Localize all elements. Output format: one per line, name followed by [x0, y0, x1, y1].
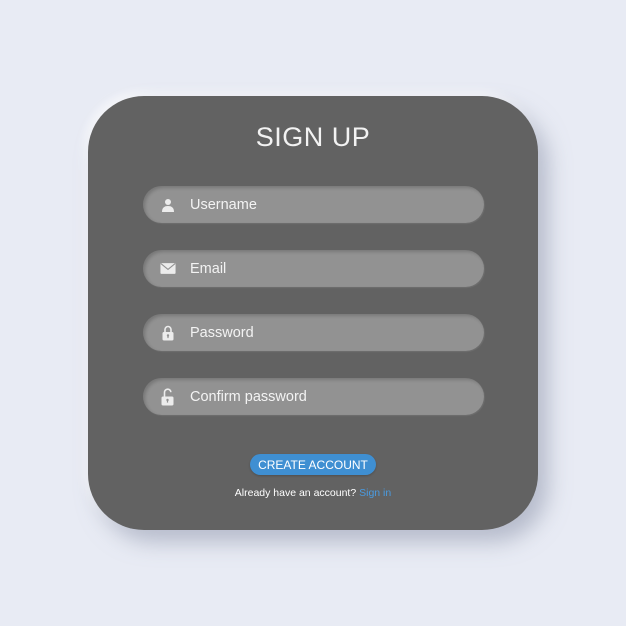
username-placeholder: Username: [190, 196, 257, 213]
user-icon: [160, 197, 176, 213]
envelope-icon: [160, 261, 176, 277]
signup-card: SIGN UP Username Email Password Confirm …: [88, 96, 538, 530]
lock-icon: [160, 325, 176, 341]
password-field[interactable]: Password: [143, 314, 484, 351]
confirm-password-placeholder: Confirm password: [190, 388, 307, 405]
signin-link[interactable]: Sign in: [359, 487, 391, 499]
unlock-icon: [160, 387, 176, 405]
signin-prompt: Already have an account? Sign in: [88, 487, 538, 499]
username-field[interactable]: Username: [143, 186, 484, 223]
signin-prompt-text: Already have an account?: [234, 487, 357, 499]
confirm-password-field[interactable]: Confirm password: [143, 378, 484, 415]
create-account-button[interactable]: CREATE ACCOUNT: [250, 454, 376, 475]
email-field[interactable]: Email: [143, 250, 484, 287]
email-placeholder: Email: [190, 260, 227, 277]
password-placeholder: Password: [190, 324, 254, 341]
form-title: SIGN UP: [255, 122, 371, 152]
